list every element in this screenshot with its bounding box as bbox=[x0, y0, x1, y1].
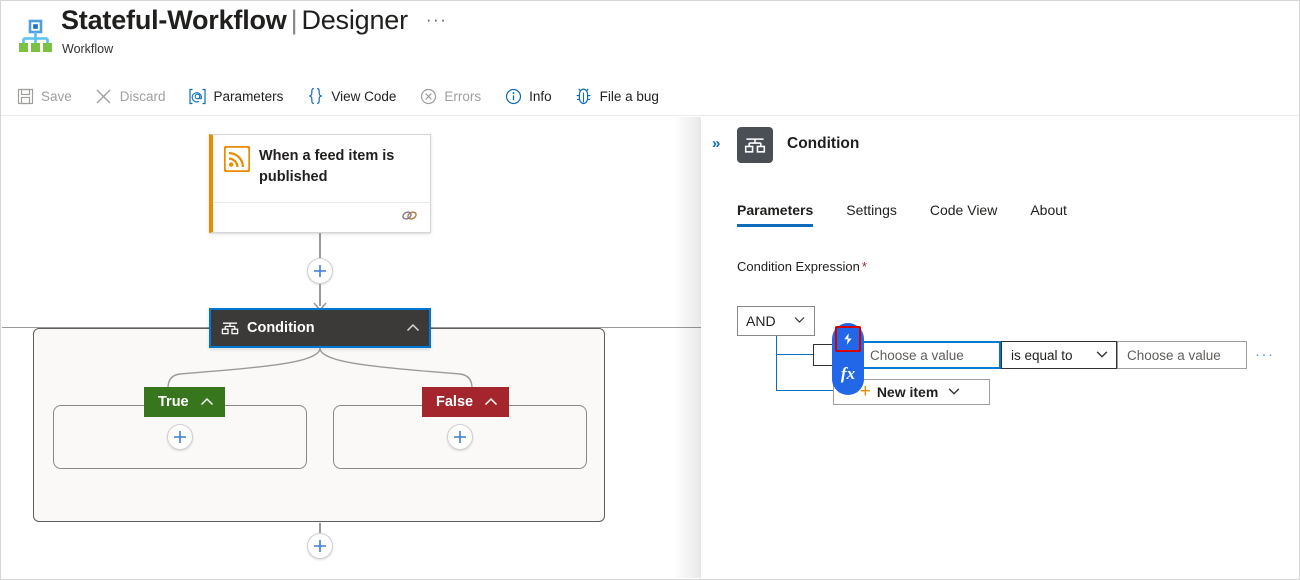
info-label: Info bbox=[529, 89, 552, 104]
rss-icon bbox=[224, 146, 250, 172]
error-circle-icon bbox=[418, 86, 438, 106]
connection-link-icon[interactable] bbox=[401, 208, 418, 228]
file-a-bug-button[interactable]: File a bug bbox=[574, 81, 669, 111]
required-marker: * bbox=[862, 259, 867, 274]
tab-about[interactable]: About bbox=[1030, 202, 1067, 227]
page-title: Stateful-Workflow|Designer ··· bbox=[61, 5, 447, 36]
logic-apps-icon bbox=[15, 17, 55, 57]
discard-label: Discard bbox=[120, 89, 166, 104]
condition-right-value-placeholder: Choose a value bbox=[1127, 348, 1221, 363]
condition-icon bbox=[221, 319, 239, 337]
edge-trigger-to-add bbox=[319, 233, 321, 258]
branch-connectors bbox=[2, 348, 701, 410]
command-bar-divider bbox=[1, 115, 1299, 116]
title-workflow-name: Stateful-Workflow bbox=[61, 5, 287, 35]
edge-scope-right bbox=[431, 327, 701, 328]
condition-expression-label: Condition Expression* bbox=[737, 259, 867, 274]
false-branch-pill[interactable]: False bbox=[422, 387, 509, 417]
page-subtitle: Workflow bbox=[62, 42, 113, 56]
lightning-bolt-icon[interactable] bbox=[835, 326, 861, 352]
logical-operator-value: AND bbox=[746, 313, 776, 329]
trigger-card-label: When a feed item is published bbox=[259, 146, 420, 203]
chevron-double-right-icon[interactable]: » bbox=[712, 135, 719, 152]
errors-label: Errors bbox=[444, 89, 481, 104]
tab-code-view[interactable]: Code View bbox=[930, 202, 997, 227]
file-a-bug-label: File a bug bbox=[600, 89, 659, 104]
bug-icon bbox=[574, 86, 594, 106]
condition-operator-value: is equal to bbox=[1011, 348, 1073, 363]
trigger-card-when-a-feed-item-is-published[interactable]: When a feed item is published bbox=[209, 134, 431, 233]
chevron-down-icon bbox=[1095, 347, 1109, 364]
condition-left-value-placeholder: Choose a value bbox=[870, 348, 964, 363]
info-circle-icon bbox=[503, 86, 523, 106]
errors-button[interactable]: Errors bbox=[418, 81, 491, 111]
command-bar: Save Discard Parameter bbox=[1, 79, 1299, 113]
condition-expression-label-text: Condition Expression bbox=[737, 259, 860, 274]
discard-x-icon bbox=[94, 86, 114, 106]
discard-button[interactable]: Discard bbox=[94, 81, 176, 111]
add-step-true-branch[interactable] bbox=[167, 424, 193, 450]
tab-settings[interactable]: Settings bbox=[846, 202, 897, 227]
view-code-button[interactable]: View Code bbox=[305, 81, 406, 111]
curly-braces-icon bbox=[305, 86, 325, 106]
add-step-false-branch[interactable] bbox=[447, 424, 473, 450]
logical-operator-dropdown[interactable]: AND bbox=[737, 306, 815, 336]
at-bracket-icon bbox=[188, 86, 208, 106]
view-code-label: View Code bbox=[331, 89, 396, 104]
condition-right-value-input[interactable]: Choose a value bbox=[1117, 341, 1247, 369]
workflow-canvas[interactable]: When a feed item is published bbox=[2, 117, 701, 578]
chevron-up-icon[interactable] bbox=[199, 394, 215, 410]
panel-condition-icon bbox=[737, 127, 773, 163]
add-step-after-condition[interactable] bbox=[307, 533, 333, 559]
title-separator: | bbox=[287, 5, 302, 35]
trigger-card-footer bbox=[213, 202, 430, 232]
chevron-down-icon[interactable] bbox=[947, 384, 963, 400]
panel-title: Condition bbox=[787, 135, 859, 153]
condition-node-label: Condition bbox=[247, 320, 405, 336]
tree-line-row2 bbox=[776, 390, 834, 391]
false-branch-label: False bbox=[436, 394, 473, 410]
edge-scope-left bbox=[2, 327, 209, 328]
save-button[interactable]: Save bbox=[15, 81, 82, 111]
tree-line-vertical bbox=[776, 336, 777, 391]
chevron-down-icon bbox=[793, 313, 806, 329]
save-icon bbox=[15, 86, 35, 106]
true-branch-pill[interactable]: True bbox=[144, 387, 225, 417]
title-page-name: Designer bbox=[301, 5, 407, 35]
header-more-menu-icon[interactable]: ··· bbox=[426, 10, 447, 30]
dynamic-content-pill: fx bbox=[832, 323, 864, 395]
tab-parameters[interactable]: Parameters bbox=[737, 202, 813, 227]
page-header: Stateful-Workflow|Designer ··· Workflow … bbox=[1, 1, 1299, 116]
condition-operator-dropdown[interactable]: is equal to bbox=[1001, 341, 1117, 369]
trigger-card-body: When a feed item is published bbox=[213, 135, 430, 203]
add-step-after-trigger[interactable] bbox=[307, 258, 333, 284]
parameters-label: Parameters bbox=[214, 89, 284, 104]
condition-node[interactable]: Condition bbox=[209, 308, 431, 348]
panel-tabs: Parameters Settings Code View About bbox=[737, 202, 1100, 227]
condition-left-value-input[interactable]: Choose a value bbox=[859, 341, 1001, 369]
new-item-label: New item bbox=[877, 384, 938, 400]
edge-scope-to-add bbox=[319, 523, 321, 533]
parameters-button[interactable]: Parameters bbox=[188, 81, 294, 111]
true-branch-label: True bbox=[158, 394, 189, 410]
fx-expression-icon[interactable]: fx bbox=[832, 361, 864, 387]
chevron-up-icon[interactable] bbox=[405, 320, 421, 336]
save-label: Save bbox=[41, 89, 72, 104]
designer-window: Stateful-Workflow|Designer ··· Workflow … bbox=[0, 0, 1300, 580]
tree-line-row1 bbox=[776, 354, 814, 355]
info-button[interactable]: Info bbox=[503, 81, 562, 111]
chevron-up-icon[interactable] bbox=[483, 394, 499, 410]
ellipsis-icon[interactable]: ··· bbox=[1255, 346, 1275, 363]
